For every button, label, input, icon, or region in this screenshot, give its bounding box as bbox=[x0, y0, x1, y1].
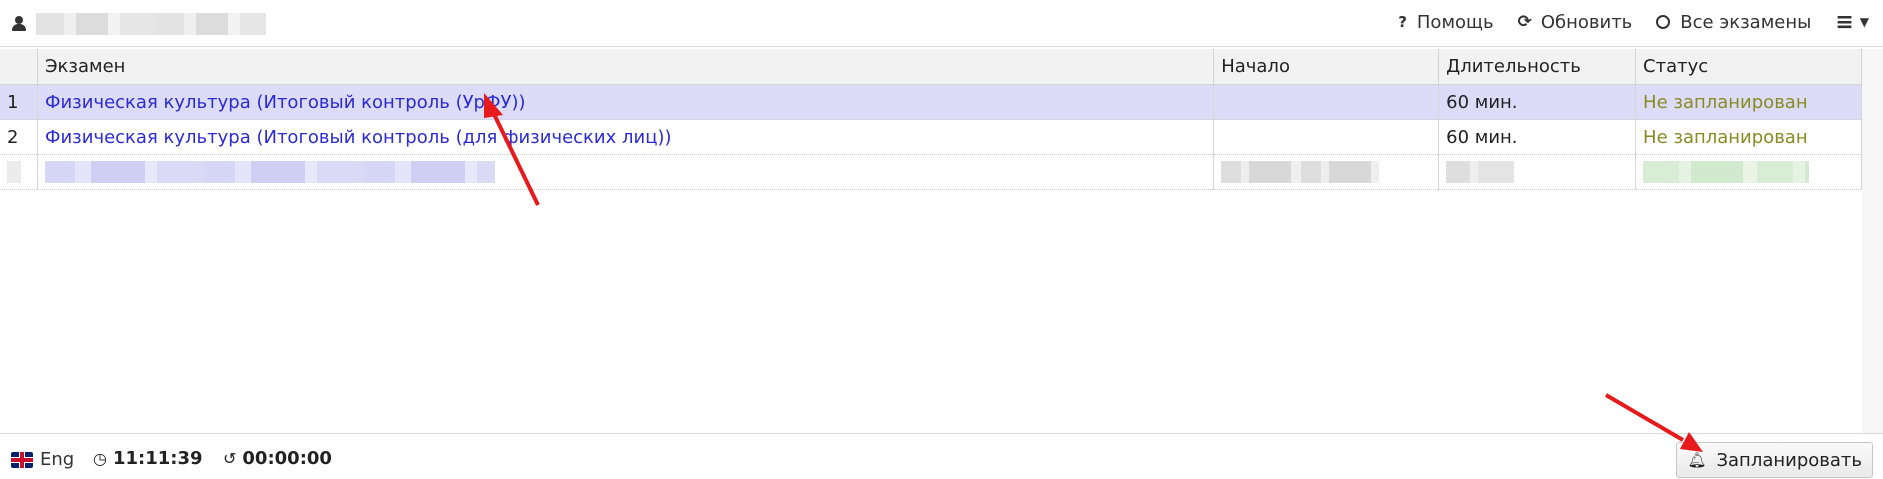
help-button[interactable]: ? Помощь bbox=[1398, 12, 1493, 33]
hamburger-icon: ≡ bbox=[1835, 9, 1854, 35]
user-info bbox=[12, 13, 266, 35]
row-number-redacted bbox=[0, 154, 38, 190]
toolbar: ? Помощь ⟳ Обновить Все экзамены ≡ ▼ bbox=[1374, 0, 1869, 44]
refresh-label: Обновить bbox=[1540, 11, 1633, 33]
row-number: 2 bbox=[0, 119, 38, 155]
user-icon bbox=[12, 16, 26, 32]
clock: ◷ 11:11:39 bbox=[93, 448, 203, 469]
all-exams-toggle[interactable]: Все экзамены bbox=[1656, 12, 1811, 33]
duration-cell-redacted bbox=[1438, 154, 1637, 190]
timer-value: 00:00:00 bbox=[242, 448, 332, 469]
caret-down-icon: ▼ bbox=[1859, 15, 1869, 29]
exam-cell: Физическая культура (Итоговый контроль (… bbox=[37, 119, 1215, 155]
start-cell bbox=[1213, 119, 1440, 155]
bell-icon: 🔔︎ bbox=[1687, 451, 1707, 469]
exams-table: Экзамен Начало Длительность Статус 1 Физ… bbox=[0, 49, 1862, 190]
duration-cell: 60 мин. bbox=[1438, 119, 1637, 155]
user-name-redacted bbox=[36, 13, 266, 35]
language-switch[interactable]: Eng bbox=[11, 449, 74, 470]
row-number: 1 bbox=[0, 84, 38, 120]
header-status[interactable]: Статус bbox=[1635, 49, 1862, 85]
table-header-row: Экзамен Начало Длительность Статус bbox=[0, 49, 1862, 85]
uk-flag-icon bbox=[11, 451, 33, 468]
status-cell-redacted bbox=[1635, 154, 1862, 190]
start-cell bbox=[1213, 84, 1440, 120]
table-row[interactable]: 1 Физическая культура (Итоговый контроль… bbox=[0, 84, 1862, 120]
table-row[interactable]: 2 Физическая культура (Итоговый контроль… bbox=[0, 119, 1862, 155]
top-bar: ? Помощь ⟳ Обновить Все экзамены ≡ ▼ bbox=[0, 0, 1883, 47]
table-row-redacted[interactable] bbox=[0, 154, 1862, 190]
status-cell: Не запланирован bbox=[1635, 84, 1862, 120]
question-icon: ? bbox=[1398, 13, 1407, 31]
start-cell-redacted bbox=[1213, 154, 1440, 190]
header-start[interactable]: Начало bbox=[1213, 49, 1440, 85]
circle-icon bbox=[1656, 15, 1671, 29]
schedule-button[interactable]: 🔔︎ Запланировать bbox=[1676, 442, 1873, 478]
refresh-icon: ⟳ bbox=[1517, 12, 1532, 32]
language-label: Eng bbox=[40, 449, 75, 470]
schedule-label: Запланировать bbox=[1716, 449, 1862, 471]
exam-cell: Физическая культура (Итоговый контроль (… bbox=[37, 84, 1215, 120]
clock-time: 11:11:39 bbox=[112, 448, 203, 469]
header-exam[interactable]: Экзамен bbox=[37, 49, 1215, 85]
clock-icon: ◷ bbox=[93, 449, 107, 468]
refresh-button[interactable]: ⟳ Обновить bbox=[1518, 12, 1633, 33]
history-icon: ↺ bbox=[223, 449, 237, 468]
header-num bbox=[0, 49, 38, 85]
menu-button[interactable]: ≡ ▼ bbox=[1835, 10, 1869, 35]
all-exams-label: Все экзамены bbox=[1680, 11, 1812, 33]
scrollbar-track[interactable] bbox=[1862, 49, 1883, 434]
exam-cell-redacted bbox=[37, 154, 1215, 190]
status-bar: Eng ◷ 11:11:39 ↺ 00:00:00 🔔︎ Запланирова… bbox=[0, 433, 1883, 479]
status-cell: Не запланирован bbox=[1635, 119, 1862, 155]
exam-link[interactable]: Физическая культура (Итоговый контроль (… bbox=[45, 127, 672, 148]
duration-cell: 60 мин. bbox=[1438, 84, 1637, 120]
help-label: Помощь bbox=[1416, 11, 1494, 33]
exam-link[interactable]: Физическая культура (Итоговый контроль (… bbox=[45, 92, 526, 113]
timer: ↺ 00:00:00 bbox=[223, 448, 332, 469]
header-duration[interactable]: Длительность bbox=[1438, 49, 1637, 85]
